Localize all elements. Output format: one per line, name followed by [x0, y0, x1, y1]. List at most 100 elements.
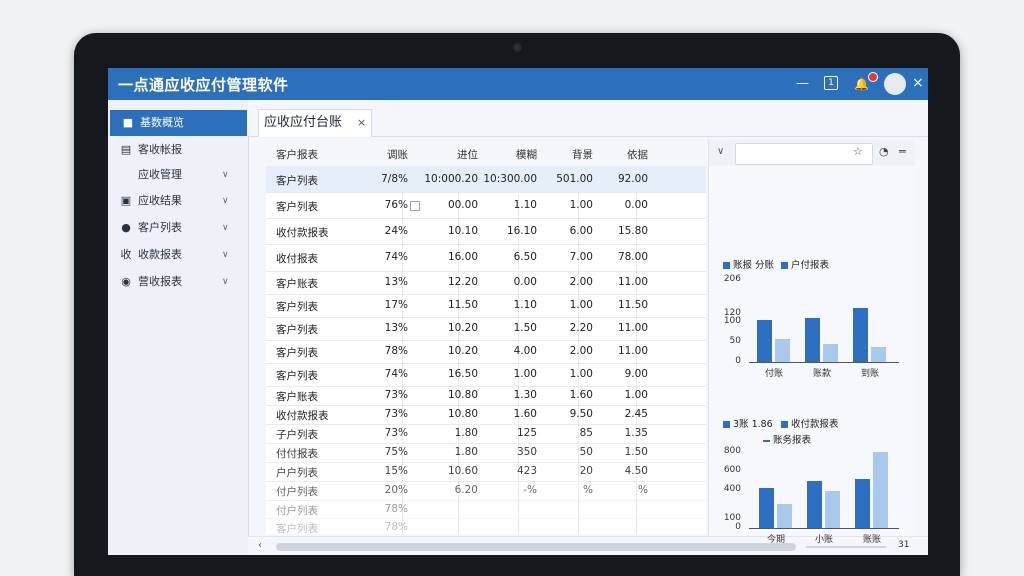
table-row[interactable]: 付户列表 20% 6.20 -%%% [266, 481, 706, 501]
sidebar-item-5[interactable]: 收收款报表 ∨ [108, 242, 248, 268]
table-row[interactable]: 客户列表 13% 10.20 1.50 2.20 11.00 [266, 317, 706, 341]
bar-secondary[interactable] [873, 452, 888, 528]
table-cell: 00.00 [447, 199, 478, 211]
table-cell: 1.50 [624, 446, 648, 458]
table-row[interactable]: 户户列表 15% 10.60 423 20 4.50 [266, 462, 706, 482]
table-cell: 78.00 [617, 251, 648, 263]
sidebar-item-2[interactable]: 应收管理 ∨ [108, 162, 248, 188]
table-cell: 2.45 [624, 408, 648, 420]
table-cell: 付付报表 [276, 448, 318, 460]
legend-label: 3账 1.86 [733, 419, 773, 430]
column-header[interactable]: 背景 [572, 147, 593, 162]
table-row[interactable]: 付付报表 75% 1.80 350 50 1.50 [266, 443, 706, 463]
table-cell: 客户列表 [276, 201, 318, 213]
table-row[interactable]: 收付款报表 24% 10.10 16.10 6.00 15.80 [266, 218, 706, 245]
table-cell: 78% [384, 503, 408, 515]
table-row[interactable]: 子户列表 73% 1.80 125 85 1.35 [266, 424, 706, 444]
column-header[interactable]: 调账 [387, 147, 408, 162]
sidebar-item-0[interactable]: ■ 基数概览 [110, 110, 247, 136]
chevron-down-icon: ∨ [222, 277, 229, 287]
refresh-icon[interactable]: ◔ [879, 145, 889, 158]
table-cell: % [638, 484, 648, 496]
table-row[interactable]: 客户列表 17% 11.50 1.10 1.00 11.50 [266, 294, 706, 318]
table-row[interactable]: 客户列表 78% [266, 518, 706, 534]
column-header[interactable]: 进位 [457, 147, 478, 162]
chevron-down-icon[interactable]: ∨ [717, 146, 724, 157]
close-icon[interactable]: × [912, 75, 924, 91]
x-tick-label: 账款 [812, 369, 831, 379]
table-cell: 付户列表 [276, 505, 318, 517]
sidebar-item-1[interactable]: ▤ 客收帐报 [108, 137, 248, 163]
ledger-table: 客户报表 调账 进位 模糊 背景 依据客户列表 7/8% 10:000.20 10:300.00… [266, 140, 706, 534]
avatar[interactable] [884, 73, 906, 95]
window-icon[interactable]: 1 [824, 76, 838, 90]
bar-secondary[interactable] [825, 490, 840, 528]
table-cell: 78% [384, 521, 408, 533]
tab-ledger[interactable]: 应收应付台账 × [258, 109, 372, 137]
row-checkbox[interactable] [410, 201, 420, 211]
y-tick-label: 100 [723, 512, 741, 523]
bar-primary[interactable] [757, 320, 772, 362]
table-cell: 11.00 [617, 345, 648, 357]
column-header[interactable]: 依据 [627, 147, 648, 162]
chevron-down-icon: ∨ [222, 223, 229, 233]
bar-secondary[interactable] [823, 344, 838, 362]
minimize-icon[interactable]: — [796, 76, 809, 92]
table-row[interactable]: 收付款报表 73% 10.80 1.60 9.50 2.45 [266, 405, 706, 425]
column-header[interactable]: 客户报表 [276, 147, 318, 162]
scrollbar-thumb[interactable] [276, 543, 796, 551]
table-cell: 74% [384, 368, 408, 380]
table-cell: 子户列表 [276, 429, 318, 441]
table-cell: 16.50 [447, 368, 478, 380]
x-tick-label: 小账 [814, 535, 833, 545]
table-cell: 24% [384, 225, 408, 237]
table-row[interactable]: 客户列表 74% 16.50 1.00 1.00 9.00 [266, 363, 706, 387]
y-tick-label: 120 [723, 308, 741, 319]
table-row[interactable]: 客户账表 73% 10.80 1.30 1.60 1.00 [266, 386, 706, 406]
table-cell: 20% [384, 484, 408, 496]
table-cell: 1.00 [569, 368, 593, 380]
menu-icon[interactable]: ═ [899, 145, 906, 158]
table-cell: 客户列表 [276, 324, 318, 336]
table-cell: 6.20 [454, 484, 478, 496]
bar-secondary[interactable] [871, 346, 886, 362]
briefcase-icon: ▣ [120, 194, 132, 207]
table-cell: 74% [384, 251, 408, 263]
table-row[interactable]: 客户账表 13% 12.20 0.00 2.00 11.00 [266, 271, 706, 295]
scroll-left-icon[interactable]: ‹ [258, 540, 262, 551]
bar-secondary[interactable] [777, 504, 792, 528]
bar-primary[interactable] [807, 480, 822, 528]
table-row[interactable]: 收付报表 74% 16.00 6.50 7.00 78.00 [266, 244, 706, 272]
table-cell: 10.20 [447, 322, 478, 334]
bar-primary[interactable] [759, 488, 774, 528]
table-row[interactable]: 客户列表 7/8% 10:000.20 10:300.00 501.00 92.00 [266, 166, 706, 193]
table-cell: 501.00 [556, 173, 593, 185]
table-cell: 76% [384, 199, 408, 211]
sidebar-item-3[interactable]: ▣ 应收结果 ∨ [108, 188, 248, 214]
x-axis-line [749, 528, 899, 529]
bar-secondary[interactable] [775, 338, 790, 362]
table-cell: 2.00 [569, 345, 593, 357]
star-icon[interactable]: ☆ [853, 145, 863, 158]
bar-primary[interactable] [855, 478, 870, 528]
table-cell: 78% [384, 345, 408, 357]
table-cell: 9.00 [624, 368, 648, 380]
bell-icon[interactable]: 🔔 [854, 76, 869, 92]
chevron-down-icon: ∨ [222, 170, 229, 180]
column-header[interactable]: 模糊 [516, 147, 537, 162]
table-row[interactable]: 付户列表 78% [266, 500, 706, 519]
zoom-track[interactable] [806, 546, 886, 548]
table-row[interactable]: 客户列表 76% 00.00 1.10 1.00 0.00 [266, 192, 706, 219]
table-cell: 6.00 [569, 225, 593, 237]
legend-item: 收付款报表 [781, 416, 839, 430]
table-cell: 2.00 [569, 276, 593, 288]
close-tab-icon[interactable]: × [357, 110, 366, 136]
legend-item: 3账 1.86 [723, 416, 773, 430]
bar-primary[interactable] [805, 318, 820, 362]
sidebar-item-6[interactable]: ◉ 营收报表 ∨ [108, 269, 248, 295]
sidebar-item-4[interactable]: ● 客户列表 ∨ [108, 215, 248, 241]
table-cell: 4.00 [513, 345, 537, 357]
sidebar-item-label: 营收报表 [138, 275, 182, 288]
table-row[interactable]: 客户列表 78% 10.20 4.00 2.00 11.00 [266, 340, 706, 364]
bar-primary[interactable] [853, 308, 868, 362]
